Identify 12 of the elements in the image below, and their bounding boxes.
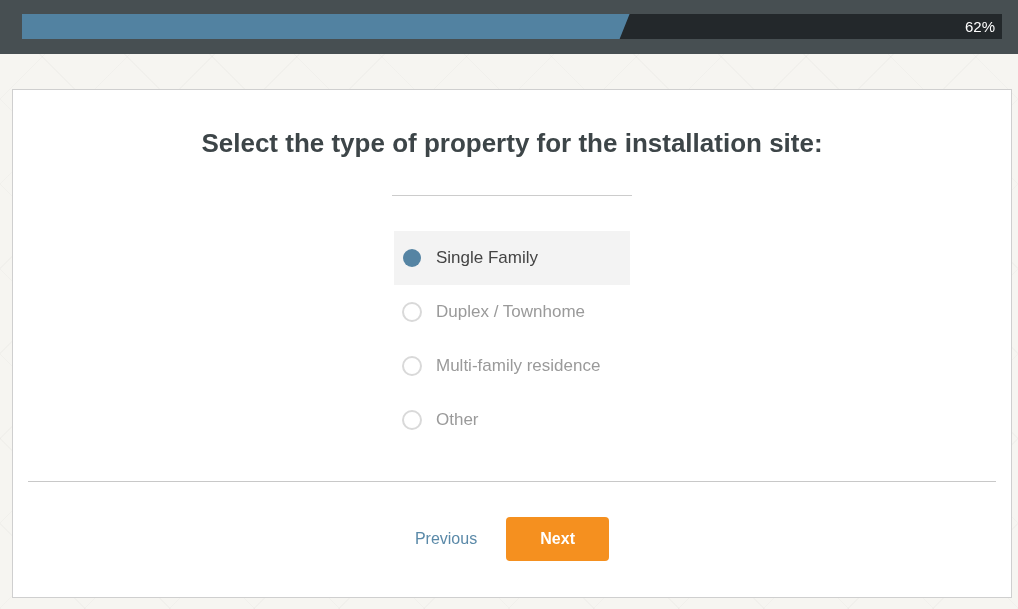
radio-empty-icon <box>402 356 422 376</box>
radio-empty-icon <box>402 302 422 322</box>
radio-option[interactable]: Duplex / Townhome <box>394 285 630 339</box>
radio-empty-icon <box>402 410 422 430</box>
radio-selected-icon <box>402 248 422 268</box>
previous-link[interactable]: Previous <box>414 530 478 548</box>
radio-option[interactable]: Multi-family residence <box>394 339 630 393</box>
next-button[interactable]: Next <box>506 517 610 561</box>
radio-option[interactable]: Single Family <box>394 231 630 285</box>
progress-percentage: 62% <box>964 17 995 37</box>
question-title: Select the type of property for the installation site: <box>201 127 823 160</box>
radio-option[interactable]: Other <box>394 393 630 447</box>
